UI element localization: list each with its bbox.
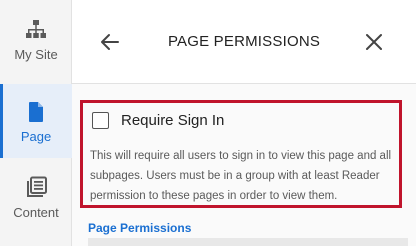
back-button[interactable] — [98, 30, 122, 54]
panel-header: PAGE PERMISSIONS — [72, 0, 416, 84]
permissions-list-header — [88, 238, 408, 246]
page-title: PAGE PERMISSIONS — [167, 33, 321, 50]
sitemap-icon — [26, 20, 46, 38]
sidebar-item-page[interactable]: Page — [0, 84, 72, 158]
sidebar-item-my-site[interactable]: My Site — [0, 0, 72, 78]
sidebar-item-label: Page — [20, 129, 52, 144]
close-icon — [366, 34, 382, 50]
require-sign-in-section: Require Sign In This will require all us… — [80, 100, 402, 208]
require-sign-in-checkbox[interactable] — [92, 112, 109, 129]
back-arrow-icon — [101, 34, 119, 50]
require-sign-in-description: This will require all users to sign in t… — [90, 150, 392, 202]
page-permissions-heading[interactable]: Page Permissions — [88, 221, 191, 235]
sidebar-item-label: My Site — [14, 47, 58, 62]
sidebar-item-label: Content — [13, 205, 59, 220]
content-icon — [27, 176, 47, 197]
page-icon — [29, 102, 43, 122]
page-permissions-panel: PAGE PERMISSIONS Require Sign In This wi… — [72, 0, 416, 246]
sidebar-item-content[interactable]: Content — [0, 164, 72, 234]
sidebar: My Site Page Content — [0, 0, 72, 246]
require-sign-in-label[interactable]: Require Sign In — [121, 112, 224, 129]
close-button[interactable] — [362, 30, 386, 54]
